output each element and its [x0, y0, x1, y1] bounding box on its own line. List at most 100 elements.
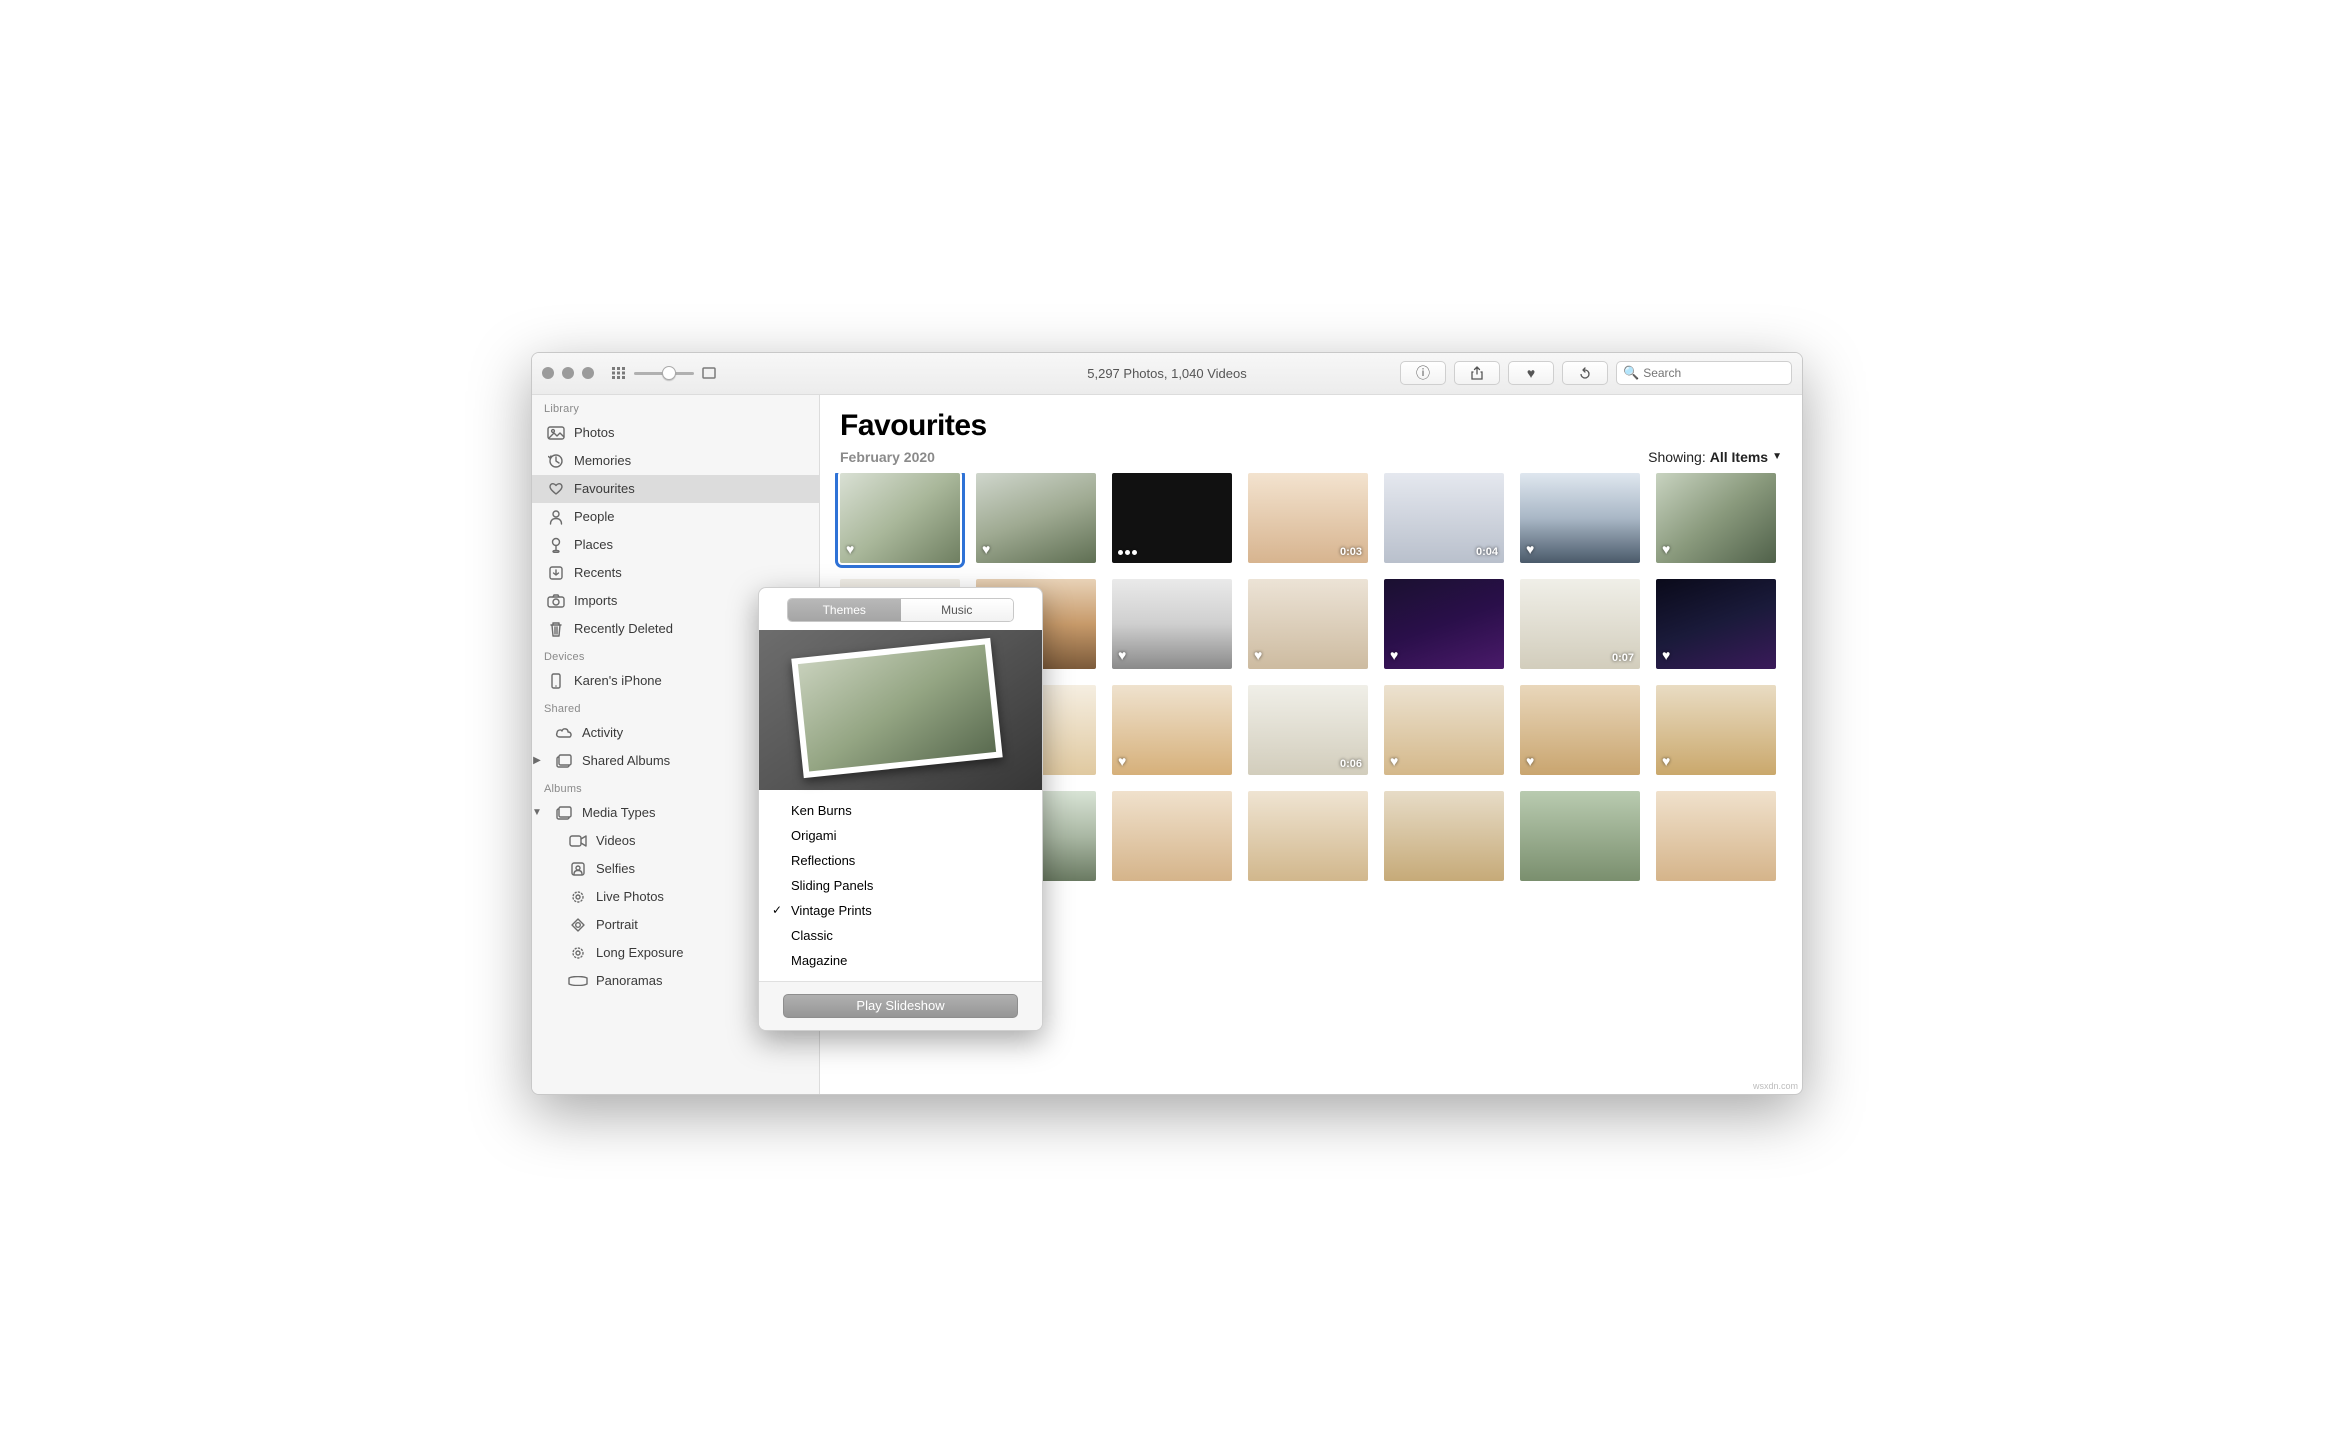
camera-icon: [546, 593, 566, 609]
sidebar-item-places[interactable]: Places: [532, 531, 819, 559]
minimize-window-button[interactable]: [562, 367, 574, 379]
photo-thumbnail[interactable]: ♥: [1112, 579, 1232, 669]
theme-option-vintage-prints[interactable]: ✓Vintage Prints: [763, 898, 1038, 923]
cloud-icon: [554, 725, 574, 741]
photo-thumbnail[interactable]: [1112, 791, 1232, 881]
play-slideshow-button[interactable]: Play Slideshow: [783, 994, 1018, 1018]
photo-thumbnail[interactable]: ♥: [1384, 579, 1504, 669]
favourite-badge-icon: ♥: [1118, 647, 1126, 663]
sidebar-item-people[interactable]: People: [532, 503, 819, 531]
info-icon: ⓘ: [1416, 363, 1430, 383]
photo-thumbnail[interactable]: ♥: [976, 473, 1096, 563]
photo-thumbnail[interactable]: ♥: [1384, 685, 1504, 775]
checkmark-icon: ✓: [769, 903, 785, 917]
favourite-badge-icon: ♥: [1662, 647, 1670, 663]
pin-icon: [546, 537, 566, 553]
sidebar-item-label: Favourites: [574, 481, 635, 496]
video-duration: 0:03: [1340, 546, 1362, 558]
photo-thumbnail[interactable]: [1656, 791, 1776, 881]
showing-label: Showing:: [1648, 449, 1706, 465]
sidebar-item-memories[interactable]: Memories: [532, 447, 819, 475]
titlebar: 5,297 Photos, 1,040 Videos ⓘ ♥ 🔍: [532, 353, 1802, 395]
sidebar-item-label: Photos: [574, 425, 614, 440]
tab-themes[interactable]: Themes: [788, 599, 901, 621]
theme-label: Reflections: [791, 853, 855, 868]
sidebar-item-label: Activity: [582, 725, 623, 740]
theme-option-origami[interactable]: Origami: [763, 823, 1038, 848]
stack-icon: [554, 805, 574, 821]
rotate-button[interactable]: [1562, 361, 1608, 385]
iphone-icon: [546, 673, 566, 689]
photo-thumbnail[interactable]: ♥: [840, 473, 960, 563]
favourite-badge-icon: ♥: [1526, 541, 1534, 557]
theme-option-magazine[interactable]: Magazine: [763, 948, 1038, 973]
tab-music[interactable]: Music: [901, 599, 1014, 621]
theme-option-reflections[interactable]: Reflections: [763, 848, 1038, 873]
sidebar-item-favourites[interactable]: Favourites: [532, 475, 819, 503]
photo-thumbnail[interactable]: ♥: [1520, 473, 1640, 563]
favourite-badge-icon: ♥: [1662, 541, 1670, 557]
theme-label: Origami: [791, 828, 837, 843]
favourite-badge-icon: ♥: [982, 541, 990, 557]
favourite-badge-icon: ♥: [846, 541, 854, 557]
page-title: Favourites: [840, 409, 1782, 443]
theme-label: Sliding Panels: [791, 878, 873, 893]
share-icon: [1470, 366, 1484, 380]
photo-thumbnail[interactable]: [1520, 791, 1640, 881]
photo-thumbnail[interactable]: [1384, 791, 1504, 881]
photo-thumbnail[interactable]: ♥: [1656, 685, 1776, 775]
photo-thumbnail[interactable]: [1248, 791, 1368, 881]
video-duration: 0:04: [1476, 546, 1498, 558]
app-window: 5,297 Photos, 1,040 Videos ⓘ ♥ 🔍 Library…: [531, 352, 1803, 1095]
photo-thumbnail[interactable]: ♥: [1520, 685, 1640, 775]
showing-filter[interactable]: Showing: All Items ▼: [1648, 449, 1782, 465]
sidebar-item-label: Media Types: [582, 805, 655, 820]
close-window-button[interactable]: [542, 367, 554, 379]
theme-option-sliding-panels[interactable]: Sliding Panels: [763, 873, 1038, 898]
clock-down-icon: [546, 565, 566, 581]
theme-option-ken-burns[interactable]: Ken Burns: [763, 798, 1038, 823]
photo-thumbnail[interactable]: ♥: [1248, 579, 1368, 669]
rotate-icon: [1578, 366, 1592, 380]
photo-thumbnail[interactable]: 0:04: [1384, 473, 1504, 563]
zoom-slider[interactable]: [634, 364, 694, 382]
person-icon: [546, 509, 566, 525]
photo-thumbnail[interactable]: [1112, 473, 1232, 563]
theme-list: Ken Burns Origami Reflections Sliding Panel…: [759, 790, 1042, 981]
photos-icon: [546, 425, 566, 441]
sidebar-item-recents[interactable]: Recents: [532, 559, 819, 587]
live-photo-icon: [1118, 550, 1137, 555]
photo-thumbnail[interactable]: ♥: [1656, 579, 1776, 669]
photo-thumbnail[interactable]: 0:03: [1248, 473, 1368, 563]
share-button[interactable]: [1454, 361, 1500, 385]
sidebar-item-label: Recently Deleted: [574, 621, 673, 636]
favourite-badge-icon: ♥: [1254, 647, 1262, 663]
grid-large-icon[interactable]: [700, 366, 718, 380]
theme-option-classic[interactable]: Classic: [763, 923, 1038, 948]
window-controls: [542, 367, 594, 379]
search-input[interactable]: [1643, 366, 1785, 380]
sidebar-item-label: Live Photos: [596, 889, 664, 904]
grid-small-icon[interactable]: [610, 366, 628, 380]
heart-icon: [546, 481, 566, 497]
video-duration: 0:07: [1612, 652, 1634, 664]
favourite-button[interactable]: ♥: [1508, 361, 1554, 385]
sidebar-item-photos[interactable]: Photos: [532, 419, 819, 447]
search-field[interactable]: 🔍: [1616, 361, 1792, 385]
search-icon: 🔍: [1623, 365, 1639, 381]
section-header-library: Library: [532, 395, 819, 419]
showing-value: All Items: [1710, 449, 1768, 465]
photo-thumbnail[interactable]: ♥: [1656, 473, 1776, 563]
date-subtitle: February 2020: [840, 449, 935, 465]
photo-thumbnail[interactable]: ♥: [1112, 685, 1232, 775]
sidebar-item-label: Recents: [574, 565, 622, 580]
favourite-badge-icon: ♥: [1390, 647, 1398, 663]
sidebar-item-label: Panoramas: [596, 973, 662, 988]
fullscreen-window-button[interactable]: [582, 367, 594, 379]
preview-photo-card: [791, 637, 1002, 777]
photo-thumbnail[interactable]: 0:07: [1520, 579, 1640, 669]
info-button[interactable]: ⓘ: [1400, 361, 1446, 385]
photo-thumbnail[interactable]: 0:06: [1248, 685, 1368, 775]
sidebar-item-label: Imports: [574, 593, 617, 608]
memories-icon: [546, 453, 566, 469]
